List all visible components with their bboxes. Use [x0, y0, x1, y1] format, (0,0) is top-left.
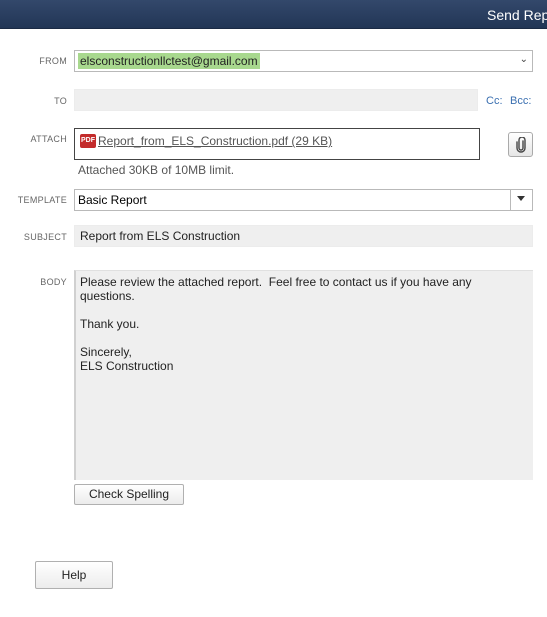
window-title: Send Rep — [487, 7, 547, 23]
subject-value: Report from ELS Construction — [80, 229, 241, 243]
attach-file-button[interactable] — [508, 132, 533, 157]
from-select[interactable]: elsconstructionllctest@gmail.com ⌄ — [74, 50, 533, 72]
dropdown-arrow-button[interactable] — [510, 190, 532, 210]
to-input[interactable] — [74, 89, 478, 111]
triangle-down-icon — [517, 196, 525, 201]
cc-link[interactable]: Cc: — [486, 95, 503, 107]
body-label: BODY — [40, 277, 67, 287]
to-label: TO — [54, 96, 67, 106]
pdf-file-icon: PDF — [80, 134, 96, 148]
window-titlebar: Send Rep — [0, 0, 547, 29]
from-label: FROM — [39, 56, 67, 66]
subject-label: SUBJECT — [23, 232, 67, 242]
template-label: TEMPLATE — [17, 195, 67, 205]
body-textarea[interactable]: Please review the attached report. Feel … — [74, 270, 533, 480]
body-text: Please review the attached report. Feel … — [80, 275, 472, 373]
paperclip-icon — [516, 137, 526, 153]
subject-input[interactable]: Report from ELS Construction — [74, 225, 533, 247]
template-select[interactable]: Basic Report — [74, 189, 533, 211]
attach-label: ATTACH — [30, 134, 67, 144]
chevron-down-icon: ⌄ — [519, 54, 528, 65]
template-value: Basic Report — [78, 193, 147, 207]
from-value: elsconstructionllctest@gmail.com — [78, 53, 260, 69]
bcc-link[interactable]: Bcc: — [510, 95, 531, 107]
attachment-size-note: Attached 30KB of 10MB limit. — [78, 163, 235, 177]
check-spelling-button[interactable]: Check Spelling — [74, 484, 184, 505]
attachment-box: PDF Report_from_ELS_Construction.pdf (29… — [74, 128, 480, 160]
help-button-label: Help — [61, 568, 87, 582]
help-button[interactable]: Help — [35, 561, 113, 589]
attachment-file-link[interactable]: Report_from_ELS_Construction.pdf (29 KB) — [98, 134, 332, 148]
